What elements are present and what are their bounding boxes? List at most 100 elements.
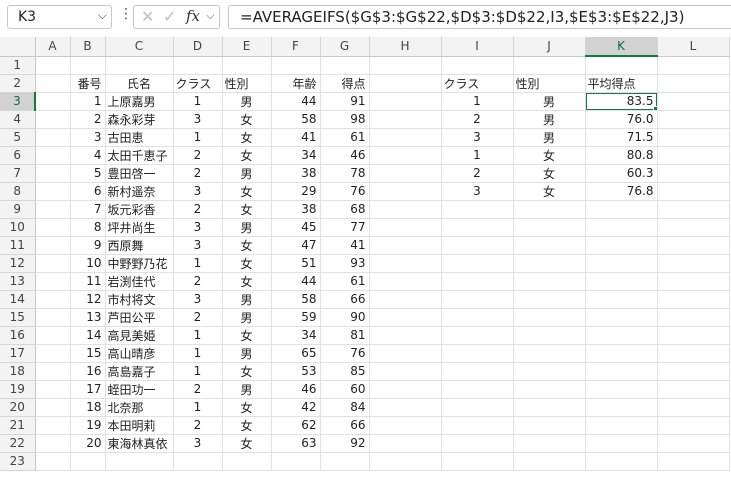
cell-h16[interactable] [369, 326, 442, 345]
column-header-h[interactable]: H [369, 37, 442, 57]
cell-d20[interactable]: 1 [173, 398, 223, 417]
cell-d23[interactable] [173, 452, 223, 471]
cell-f21[interactable]: 62 [271, 416, 321, 435]
cell-d4[interactable]: 3 [173, 110, 223, 129]
cell-i4[interactable]: 2 [441, 110, 514, 129]
cell-f5[interactable]: 41 [271, 128, 321, 147]
cell-b4[interactable]: 2 [70, 110, 106, 129]
cell-k13[interactable] [585, 272, 658, 291]
cell-d12[interactable]: 1 [173, 254, 223, 273]
cell-a10[interactable] [35, 218, 71, 237]
row-header-12[interactable]: 12 [0, 254, 36, 273]
cell-e9[interactable]: 女 [222, 200, 272, 219]
cell-j14[interactable] [513, 290, 586, 309]
cell-d15[interactable]: 2 [173, 308, 223, 327]
cell-l7[interactable] [657, 164, 730, 183]
cell-a9[interactable] [35, 200, 71, 219]
cell-e21[interactable]: 女 [222, 416, 272, 435]
column-header-b[interactable]: B [70, 37, 106, 57]
cell-h8[interactable] [369, 182, 442, 201]
cell-f20[interactable]: 42 [271, 398, 321, 417]
select-all-corner[interactable] [0, 37, 36, 57]
cell-g8[interactable]: 76 [320, 182, 370, 201]
cell-i19[interactable] [441, 380, 514, 399]
cell-h10[interactable] [369, 218, 442, 237]
insert-function-icon[interactable]: fx [186, 7, 200, 25]
cell-i10[interactable] [441, 218, 514, 237]
cell-a8[interactable] [35, 182, 71, 201]
cell-b17[interactable]: 15 [70, 344, 106, 363]
cell-h7[interactable] [369, 164, 442, 183]
cell-b23[interactable] [70, 452, 106, 471]
cell-k14[interactable] [585, 290, 658, 309]
cell-k6[interactable]: 80.8 [585, 146, 658, 165]
cell-a11[interactable] [35, 236, 71, 255]
cell-f15[interactable]: 59 [271, 308, 321, 327]
cell-f12[interactable]: 51 [271, 254, 321, 273]
cell-d10[interactable]: 3 [173, 218, 223, 237]
cell-c18[interactable]: 高島嘉子 [105, 362, 174, 381]
cell-h4[interactable] [369, 110, 442, 129]
cell-e3[interactable]: 男 [222, 92, 272, 111]
cell-a22[interactable] [35, 434, 71, 453]
cell-g23[interactable] [320, 452, 370, 471]
cell-j21[interactable] [513, 416, 586, 435]
cell-h9[interactable] [369, 200, 442, 219]
cell-b8[interactable]: 6 [70, 182, 106, 201]
cell-j1[interactable] [513, 56, 586, 75]
cell-a17[interactable] [35, 344, 71, 363]
cell-j6[interactable]: 女 [513, 146, 586, 165]
column-header-f[interactable]: F [271, 37, 321, 57]
cell-b10[interactable]: 8 [70, 218, 106, 237]
cell-g21[interactable]: 66 [320, 416, 370, 435]
cell-g7[interactable]: 78 [320, 164, 370, 183]
cell-k3[interactable]: 83.5 [585, 92, 658, 111]
cell-d13[interactable]: 2 [173, 272, 223, 291]
cell-e13[interactable]: 女 [222, 272, 272, 291]
cell-f16[interactable]: 34 [271, 326, 321, 345]
cell-j13[interactable] [513, 272, 586, 291]
cell-g2[interactable]: 得点 [320, 74, 370, 93]
cell-d17[interactable]: 1 [173, 344, 223, 363]
cell-e1[interactable] [222, 56, 272, 75]
cell-i18[interactable] [441, 362, 514, 381]
cell-g6[interactable]: 46 [320, 146, 370, 165]
cell-h17[interactable] [369, 344, 442, 363]
cell-h21[interactable] [369, 416, 442, 435]
cell-a19[interactable] [35, 380, 71, 399]
cell-f9[interactable]: 38 [271, 200, 321, 219]
cell-i2[interactable]: クラス [441, 74, 514, 93]
cell-l22[interactable] [657, 434, 730, 453]
cell-j8[interactable]: 女 [513, 182, 586, 201]
cell-b18[interactable]: 16 [70, 362, 106, 381]
cell-c6[interactable]: 太田千恵子 [105, 146, 174, 165]
row-header-13[interactable]: 13 [0, 272, 36, 291]
cell-l2[interactable] [657, 74, 730, 93]
cell-k17[interactable] [585, 344, 658, 363]
cell-f7[interactable]: 38 [271, 164, 321, 183]
cell-e8[interactable]: 女 [222, 182, 272, 201]
cell-c13[interactable]: 岩渕佳代 [105, 272, 174, 291]
cell-g12[interactable]: 93 [320, 254, 370, 273]
cell-a14[interactable] [35, 290, 71, 309]
cell-h6[interactable] [369, 146, 442, 165]
cell-c14[interactable]: 市村将文 [105, 290, 174, 309]
row-header-8[interactable]: 8 [0, 182, 36, 201]
cell-e6[interactable]: 女 [222, 146, 272, 165]
cell-e11[interactable]: 女 [222, 236, 272, 255]
cell-l5[interactable] [657, 128, 730, 147]
cell-a18[interactable] [35, 362, 71, 381]
cell-h11[interactable] [369, 236, 442, 255]
enter-icon[interactable]: ✓ [163, 7, 176, 26]
cell-b16[interactable]: 14 [70, 326, 106, 345]
cell-a13[interactable] [35, 272, 71, 291]
cell-i5[interactable]: 3 [441, 128, 514, 147]
chevron-down-icon[interactable]: ⌵ [206, 9, 214, 23]
cell-e17[interactable]: 男 [222, 344, 272, 363]
cell-l16[interactable] [657, 326, 730, 345]
cell-c3[interactable]: 上原嘉男 [105, 92, 174, 111]
cell-c10[interactable]: 坪井尚生 [105, 218, 174, 237]
cell-b2[interactable]: 番号 [70, 74, 106, 93]
cell-g15[interactable]: 90 [320, 308, 370, 327]
cell-j5[interactable]: 男 [513, 128, 586, 147]
